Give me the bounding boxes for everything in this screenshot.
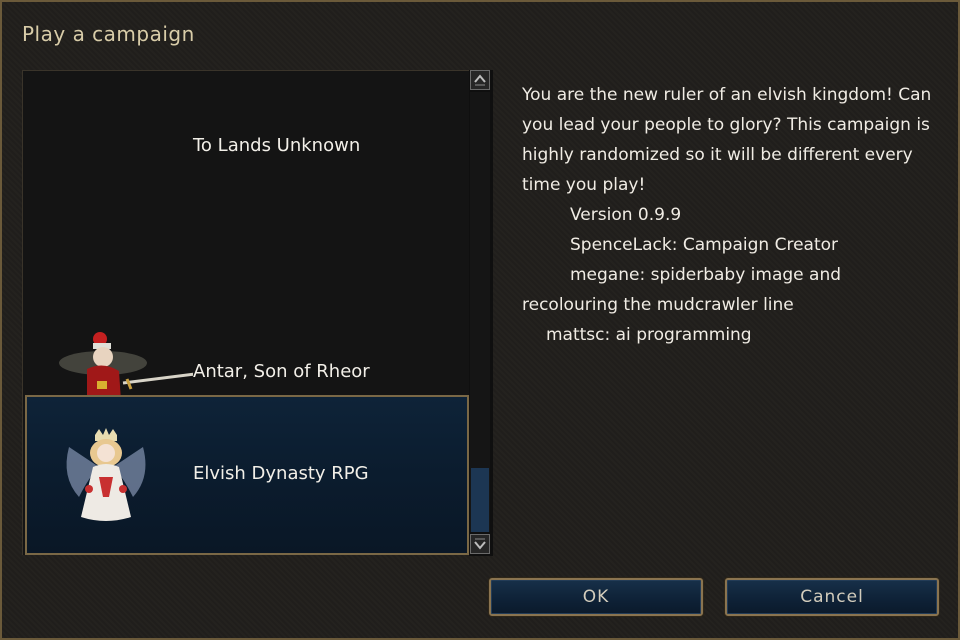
dialog-title: Play a campaign <box>22 22 195 46</box>
description-text: You are the new ruler of an elvish kingd… <box>522 85 932 195</box>
description-version: Version 0.9.9 <box>570 205 682 225</box>
description-credit: mattsc: ai programming <box>546 325 752 345</box>
campaign-dialog: Play a campaign To Lands Unknown Antar, … <box>0 0 960 640</box>
description-credit: megane: spiderbaby image and <box>570 265 842 285</box>
campaign-list-scrollbar[interactable] <box>469 70 493 556</box>
campaign-item-elvish-dynasty[interactable]: Elvish Dynasty RPG <box>25 395 469 555</box>
scroll-track[interactable] <box>470 92 490 532</box>
arrow-down-icon <box>474 538 486 550</box>
campaign-description: You are the new ruler of an elvish kingd… <box>522 80 942 350</box>
scroll-up-button[interactable] <box>470 70 490 90</box>
campaign-label: To Lands Unknown <box>193 135 361 156</box>
cancel-button[interactable]: Cancel <box>725 578 939 616</box>
fairy-queen-portrait-icon <box>59 427 153 527</box>
campaign-item-to-lands-unknown[interactable]: To Lands Unknown <box>23 71 469 233</box>
arrow-up-icon <box>474 74 486 86</box>
description-credit: recolouring the mudcrawler line <box>522 295 794 315</box>
ok-button[interactable]: OK <box>489 578 703 616</box>
description-credit: SpenceLack: Campaign Creator <box>570 235 838 255</box>
campaign-item-antar[interactable]: Antar, Son of Rheor <box>23 233 469 420</box>
scroll-down-button[interactable] <box>470 534 490 554</box>
scroll-thumb[interactable] <box>471 468 489 532</box>
campaign-label: Elvish Dynasty RPG <box>193 463 369 484</box>
campaign-list: To Lands Unknown Antar, Son of Rheor Elv… <box>22 70 469 555</box>
campaign-label: Antar, Son of Rheor <box>193 361 370 382</box>
